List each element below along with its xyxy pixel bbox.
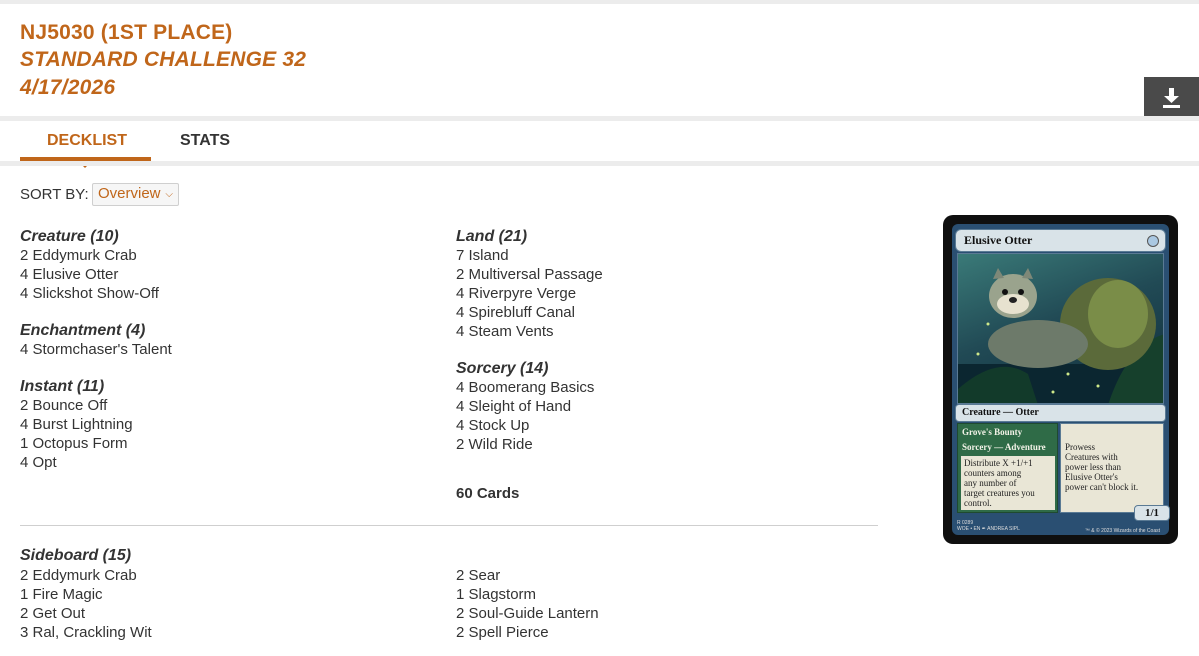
player-name: NJ5030 (1ST PLACE): [20, 21, 233, 44]
card-entry[interactable]: 3 Ral, Crackling Wit: [20, 623, 152, 642]
adventure-type: Sorcery — Adventure: [962, 442, 1046, 452]
card-copyright: ™ & © 2023 Wizards of the Coast: [1084, 528, 1160, 534]
card-art: [957, 253, 1164, 404]
card-power-toughness: 1/1: [1134, 505, 1170, 521]
deck-total: 60 Cards: [456, 485, 520, 502]
card-group-sorcery: Sorcery (14) 4 Boomerang Basics 4 Sleigh…: [456, 359, 603, 454]
event-date: 4/17/2026: [20, 76, 116, 99]
card-entry[interactable]: 2 Wild Ride: [456, 435, 603, 454]
card-entry[interactable]: 4 Opt: [20, 453, 172, 472]
sideboard-right-column: 2 Sear 1 Slagstorm 2 Soul-Guide Lantern …: [456, 566, 599, 642]
card-type-line: Creature — Otter: [955, 404, 1166, 422]
card-type-text: Creature — Otter: [962, 407, 1039, 418]
card-rules-box: Prowess Creatures with power less than E…: [1060, 423, 1164, 513]
card-entry[interactable]: 4 Riverpyre Verge: [456, 284, 603, 303]
blue-mana-icon: [1147, 235, 1159, 247]
card-entry[interactable]: 1 Fire Magic: [20, 585, 152, 604]
card-entry[interactable]: 1 Slagstorm: [456, 585, 599, 604]
group-title: Instant (11): [20, 378, 105, 395]
card-entry[interactable]: 2 Multiversal Passage: [456, 265, 603, 284]
card-entry[interactable]: 4 Stock Up: [456, 416, 603, 435]
download-button[interactable]: [1144, 77, 1199, 120]
card-entry[interactable]: 2 Eddymurk Crab: [20, 246, 172, 265]
adventure-name: Grove's Bounty: [962, 427, 1023, 437]
card-entry[interactable]: 2 Soul-Guide Lantern: [456, 604, 599, 623]
card-entry[interactable]: 2 Get Out: [20, 604, 152, 623]
sideboard-left-column: 2 Eddymurk Crab 1 Fire Magic 2 Get Out 3…: [20, 566, 152, 642]
card-rules-text: Prowess Creatures with power less than E…: [1065, 442, 1139, 492]
card-entry[interactable]: 2 Spell Pierce: [456, 623, 599, 642]
card-entry[interactable]: 2 Eddymurk Crab: [20, 566, 152, 585]
card-entry[interactable]: 4 Spirebluff Canal: [456, 303, 603, 322]
card-group-enchantment: Enchantment (4) 4 Stormchaser's Talent: [20, 321, 172, 359]
group-title: Sorcery (14): [456, 360, 549, 377]
card-entry[interactable]: 4 Slickshot Show-Off: [20, 284, 172, 303]
card-group-land: Land (21) 7 Island 2 Multiversal Passage…: [456, 227, 603, 341]
deck-header: NJ5030 (1ST PLACE) STANDARD CHALLENGE 32…: [0, 4, 1199, 120]
tab-stats[interactable]: STATS: [180, 132, 230, 150]
sort-select[interactable]: Overview ⌵: [92, 183, 179, 206]
card-group-instant: Instant (11) 2 Bounce Off 4 Burst Lightn…: [20, 377, 172, 472]
chevron-down-icon: ⌵: [165, 189, 173, 200]
card-entry[interactable]: 4 Sleight of Hand: [456, 397, 603, 416]
card-entry[interactable]: 1 Octopus Form: [20, 434, 172, 453]
sort-label: SORT BY:: [20, 186, 89, 203]
sideboard-divider: [20, 525, 878, 526]
card-entry[interactable]: 4 Burst Lightning: [20, 415, 172, 434]
download-icon: [1163, 88, 1180, 108]
adventure-text-box: Distribute X +1/+1 counters among any nu…: [961, 456, 1055, 510]
event-name: STANDARD CHALLENGE 32: [20, 48, 307, 71]
maindeck-left-column: Creature (10) 2 Eddymurk Crab 4 Elusive …: [20, 227, 172, 490]
card-adventure-box: Grove's Bounty Sorcery — Adventure Distr…: [957, 423, 1058, 513]
group-title: Enchantment (4): [20, 322, 146, 339]
card-group-creature: Creature (10) 2 Eddymurk Crab 4 Elusive …: [20, 227, 172, 303]
card-entry[interactable]: 4 Boomerang Basics: [456, 378, 603, 397]
group-title: Creature (10): [20, 228, 119, 245]
card-entry[interactable]: 4 Steam Vents: [456, 322, 603, 341]
card-collector-info: R 0289 WOE • EN ✒ ANDREA SIPL: [957, 520, 1020, 532]
tab-decklist[interactable]: DECKLIST: [47, 132, 127, 150]
card-name: Elusive Otter: [964, 233, 1033, 247]
card-entry[interactable]: 7 Island: [456, 246, 603, 265]
tab-bar: DECKLIST STATS: [0, 121, 1199, 168]
card-preview-image: Elusive Otter Creature — Otter Grove's B…: [943, 215, 1178, 544]
sort-selected-value: Overview: [98, 185, 161, 202]
card-entry[interactable]: 2 Sear: [456, 566, 599, 585]
group-title: Land (21): [456, 228, 528, 245]
otter-art-icon: [958, 268, 1163, 403]
card-title-bar: Elusive Otter: [955, 229, 1166, 252]
tab-divider: [0, 161, 1199, 166]
adventure-text: Distribute X +1/+1 counters among any nu…: [964, 458, 1035, 508]
card-entry[interactable]: 2 Bounce Off: [20, 396, 172, 415]
card-entry[interactable]: 4 Elusive Otter: [20, 265, 172, 284]
card-entry[interactable]: 4 Stormchaser's Talent: [20, 340, 172, 359]
sideboard-title: Sideboard (15): [20, 547, 132, 564]
maindeck-right-column: Land (21) 7 Island 2 Multiversal Passage…: [456, 227, 603, 472]
